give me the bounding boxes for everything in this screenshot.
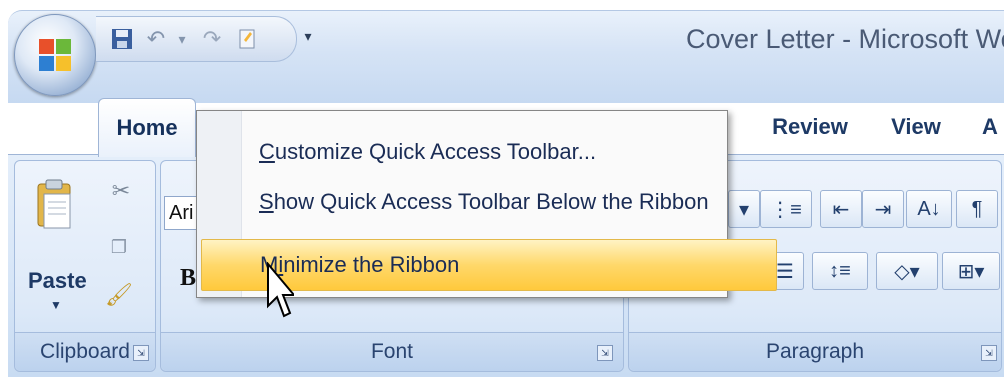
tab-add-ins[interactable]: A: [982, 100, 1004, 154]
cut-icon[interactable]: ✂: [106, 176, 136, 206]
undo-dropdown-icon[interactable]: ▾: [166, 23, 198, 55]
paste-icon[interactable]: [34, 176, 74, 252]
multilevel-list-icon[interactable]: ⋮≡: [760, 190, 812, 228]
font-dialog-launcher-icon[interactable]: ⇲: [597, 345, 613, 361]
office-logo-icon: [39, 39, 71, 71]
menu-item-show-qat-below-ribbon[interactable]: Show Quick Access Toolbar Below the Ribb…: [241, 177, 739, 227]
redo-icon[interactable]: ↷: [196, 23, 228, 55]
paragraph-group-label: Paragraph: [629, 332, 1001, 371]
tab-review[interactable]: Review: [760, 100, 860, 154]
font-group-label: Font: [161, 332, 623, 371]
sort-icon[interactable]: A↓: [906, 190, 952, 228]
customize-dropdown-icon[interactable]: ▾: [300, 24, 316, 48]
increase-indent-icon[interactable]: ⇥: [862, 190, 904, 228]
borders-icon[interactable]: ⊞▾: [942, 252, 1000, 290]
office-button[interactable]: [14, 14, 96, 96]
shading-icon[interactable]: ◇▾: [876, 252, 938, 290]
tab-view[interactable]: View: [876, 100, 956, 154]
clipboard-dialog-launcher-icon[interactable]: ⇲: [133, 345, 149, 361]
format-painter-icon[interactable]: 🖌: [104, 280, 134, 310]
mouse-cursor-icon: [267, 262, 294, 318]
tab-home[interactable]: Home: [98, 98, 196, 157]
copy-icon[interactable]: ❐: [104, 232, 134, 262]
paste-dropdown-icon[interactable]: ▼: [50, 298, 62, 312]
decrease-indent-icon[interactable]: ⇤: [820, 190, 862, 228]
paste-button[interactable]: Paste: [28, 268, 87, 294]
word-window: ↶ ▾ ↷ ▾ Cover Letter - Microsoft Word Ho…: [0, 0, 1004, 385]
window-title: Cover Letter - Microsoft Word: [686, 24, 1004, 54]
paragraph-dialog-launcher-icon[interactable]: ⇲: [981, 345, 997, 361]
show-marks-icon[interactable]: ¶: [956, 190, 998, 228]
save-icon[interactable]: [106, 23, 138, 55]
line-spacing-icon[interactable]: ↕≡: [812, 252, 868, 290]
repeat-icon[interactable]: [232, 23, 264, 55]
menu-item-customize-qat[interactable]: Customize Quick Access Toolbar...: [241, 127, 739, 177]
quick-access-toolbar: ↶ ▾ ↷: [96, 16, 297, 62]
